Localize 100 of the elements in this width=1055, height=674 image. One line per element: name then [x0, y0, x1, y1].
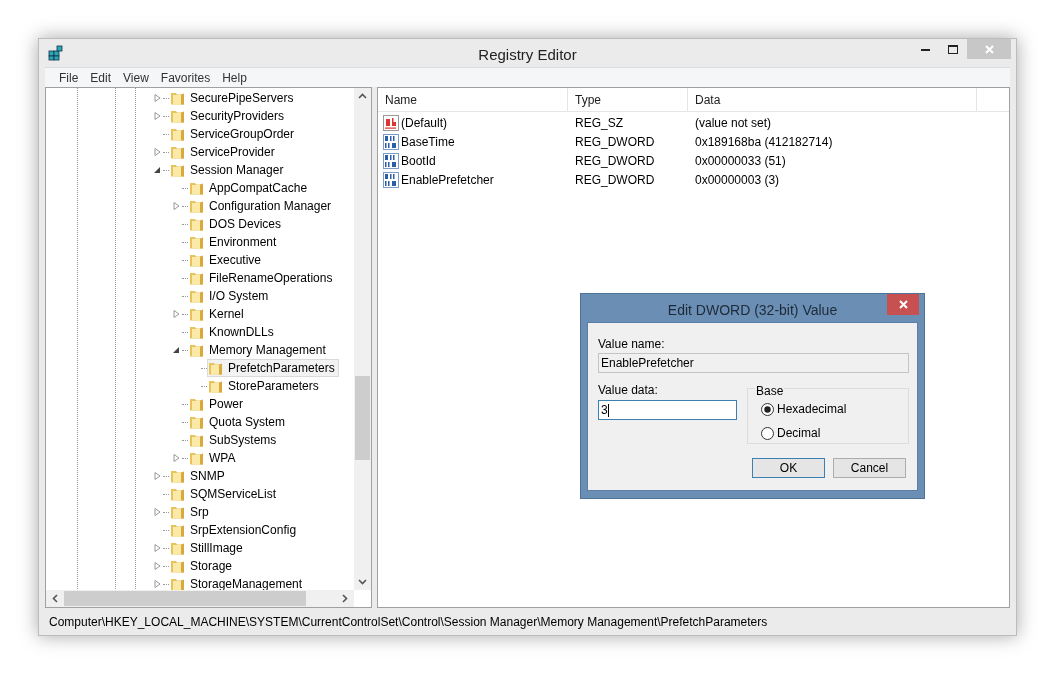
value-type: REG_DWORD: [575, 134, 655, 149]
tree-item[interactable]: Executive: [188, 251, 266, 269]
column-header[interactable]: Name: [378, 88, 568, 111]
radio-option[interactable]: Hexadecimal: [761, 400, 847, 418]
registry-cubes-icon: [48, 45, 64, 61]
value-data-field[interactable]: 3: [598, 400, 737, 420]
folder-icon: [189, 180, 205, 196]
collapse-arrow-icon[interactable]: [172, 346, 180, 354]
folder-icon: [189, 252, 205, 268]
tree-item[interactable]: StoreParameters: [207, 377, 323, 395]
collapse-arrow-icon[interactable]: [153, 166, 161, 174]
folder-icon: [170, 576, 186, 590]
expand-arrow-icon[interactable]: [153, 562, 161, 570]
folder-icon: [170, 522, 186, 538]
folder-icon: [170, 126, 186, 142]
folder-icon: [170, 504, 186, 520]
menu-item[interactable]: File: [53, 68, 85, 87]
dialog-close-button[interactable]: [887, 294, 919, 315]
value-data-label: Value data:: [598, 382, 658, 399]
value-data: 0x189168ba (412182714): [695, 134, 833, 149]
dialog-button[interactable]: OK: [752, 458, 825, 478]
tree-item[interactable]: SubSystems: [188, 431, 281, 449]
folder-icon: [170, 90, 186, 106]
tree-item[interactable]: SecurityProviders: [169, 107, 289, 125]
horizontal-scrollbar[interactable]: [46, 590, 354, 607]
expand-arrow-icon[interactable]: [153, 544, 161, 552]
tree-item[interactable]: DOS Devices: [188, 215, 286, 233]
tree-item[interactable]: SrpExtensionConfig: [169, 521, 301, 539]
scrollbar-thumb[interactable]: [64, 591, 306, 606]
folder-icon: [189, 270, 205, 286]
tree-item[interactable]: SecurePipeServers: [169, 89, 298, 107]
value-data: 0x00000033 (51): [695, 153, 786, 168]
expand-arrow-icon[interactable]: [153, 94, 161, 102]
vertical-scrollbar[interactable]: [354, 88, 371, 590]
tree-item[interactable]: WPA: [188, 449, 240, 467]
column-header[interactable]: Type: [568, 88, 688, 111]
radio-option[interactable]: Decimal: [761, 424, 847, 442]
text-value-icon: [383, 114, 399, 131]
expand-arrow-icon[interactable]: [172, 310, 180, 318]
scroll-right-icon: [342, 594, 348, 603]
menu-item[interactable]: Edit: [84, 68, 118, 87]
column-header[interactable]: Data: [688, 88, 977, 111]
tree-item[interactable]: Environment: [188, 233, 281, 251]
tree-item[interactable]: AppCompatCache: [188, 179, 312, 197]
menu-item[interactable]: View: [117, 68, 155, 87]
tree-item[interactable]: Power: [188, 395, 247, 413]
folder-icon: [189, 198, 205, 214]
radio-button-icon[interactable]: [761, 426, 774, 440]
scroll-up-icon: [358, 93, 367, 99]
folder-icon: [189, 396, 205, 412]
expand-arrow-icon[interactable]: [172, 202, 180, 210]
status-bar-path: Computer\HKEY_LOCAL_MACHINE\SYSTEM\CurrentControlSet\Control\Session Manager\Memory Management\PrefetchParameters: [48, 614, 768, 631]
expand-arrow-icon[interactable]: [153, 508, 161, 516]
tree-item[interactable]: Kernel: [188, 305, 248, 323]
folder-icon: [208, 360, 224, 376]
tree-item[interactable]: SNMP: [169, 467, 229, 485]
folder-icon: [189, 450, 205, 466]
tree-item[interactable]: Srp: [169, 503, 213, 521]
value-name-label: Value name:: [598, 336, 665, 353]
folder-icon: [170, 144, 186, 160]
folder-icon: [170, 558, 186, 574]
value-type: REG_SZ: [575, 115, 623, 130]
folder-icon: [189, 414, 205, 430]
value-type: REG_DWORD: [575, 153, 655, 168]
value-name: (Default): [401, 114, 447, 132]
tree-item[interactable]: SQMServiceList: [169, 485, 281, 503]
tree-item[interactable]: ServiceGroupOrder: [169, 125, 299, 143]
tree-item[interactable]: Memory Management: [188, 341, 330, 359]
tree-item[interactable]: PrefetchParameters: [207, 359, 339, 377]
menu-item[interactable]: Favorites: [154, 68, 217, 87]
tree-item[interactable]: StillImage: [169, 539, 247, 557]
folder-icon: [170, 108, 186, 124]
radio-button-icon[interactable]: [761, 402, 774, 416]
value-name-field: EnablePrefetcher: [598, 353, 909, 373]
binary-value-icon: [383, 152, 399, 169]
tree-item[interactable]: Session Manager: [169, 161, 288, 179]
scrollbar-thumb[interactable]: [355, 376, 370, 460]
tree-item[interactable]: ServiceProvider: [169, 143, 279, 161]
tree-item[interactable]: Storage: [169, 557, 237, 575]
menu-item[interactable]: Help: [216, 68, 253, 87]
tree-item[interactable]: I/O System: [188, 287, 273, 305]
folder-icon: [170, 486, 186, 502]
expand-arrow-icon[interactable]: [153, 112, 161, 120]
minimize-icon: [920, 47, 930, 51]
folder-icon: [170, 468, 186, 484]
tree-item[interactable]: FileRenameOperations: [188, 269, 337, 287]
tree-item[interactable]: Configuration Manager: [188, 197, 336, 215]
scroll-left-icon: [52, 594, 58, 603]
expand-arrow-icon[interactable]: [153, 472, 161, 480]
binary-value-icon: [383, 133, 399, 150]
close-icon: [898, 300, 908, 309]
tree-item[interactable]: Quota System: [188, 413, 290, 431]
value-data: (value not set): [695, 115, 772, 130]
value-type: REG_DWORD: [575, 172, 655, 187]
tree-item[interactable]: KnownDLLs: [188, 323, 278, 341]
expand-arrow-icon[interactable]: [172, 454, 180, 462]
tree-item[interactable]: StorageManagement: [169, 575, 307, 590]
dialog-button[interactable]: Cancel: [833, 458, 906, 478]
expand-arrow-icon[interactable]: [153, 148, 161, 156]
expand-arrow-icon[interactable]: [153, 580, 161, 588]
